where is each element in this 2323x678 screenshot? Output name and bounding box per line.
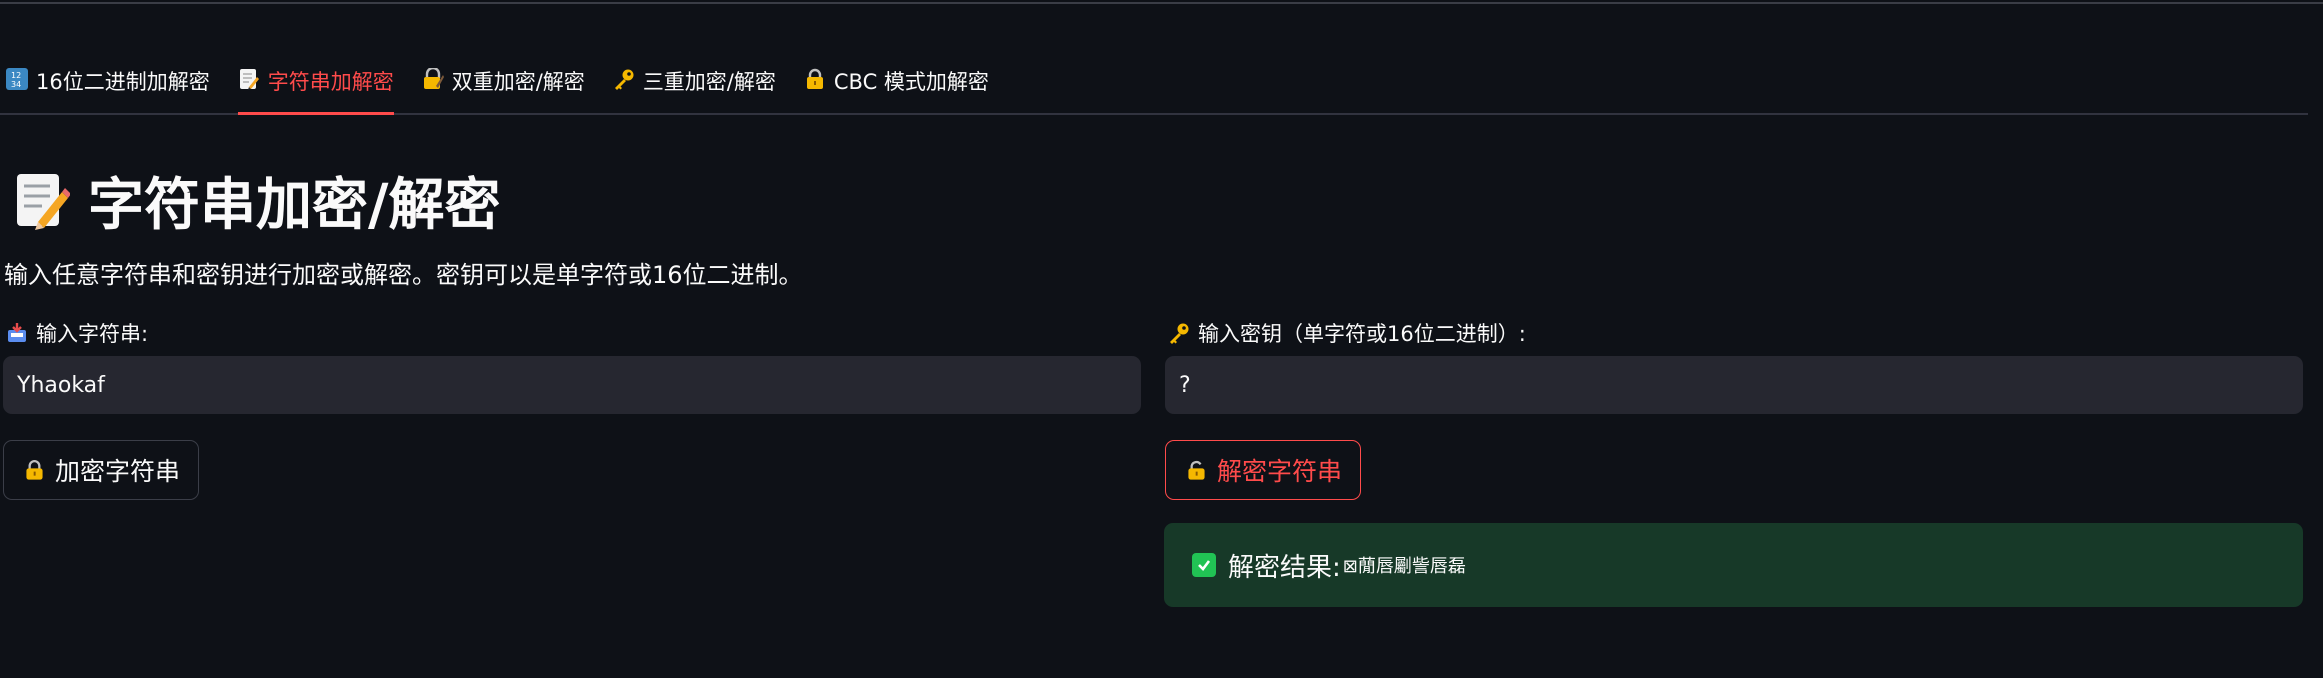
tab-label: 三重加密/解密 [642,70,776,94]
key-input-label-text: 输入密钥（单字符或16位二进制）: [1198,322,1526,346]
svg-text:12: 12 [11,71,21,80]
input-numbers-icon: 12 34 [6,68,28,90]
lock-icon [26,460,43,480]
tab-label: 字符串加解密 [267,70,394,94]
encrypt-button-label: 加密字符串 [54,457,180,486]
string-input-value: Yhaokaf [17,372,105,398]
tab-cbc[interactable]: CBC 模式加解密 [804,58,989,113]
key-icon [614,69,634,90]
svg-text:34: 34 [11,80,21,89]
key-input-label: 输入密钥（单字符或16位二进制）: [1168,318,1526,348]
tab-label: 双重加密/解密 [451,70,585,94]
key-input[interactable]: ? [1165,356,2303,414]
encrypt-string-button[interactable]: 加密字符串 [3,440,199,500]
tab-string[interactable]: 字符串加解密 [237,58,394,115]
inbox-tray-icon [8,323,26,342]
decrypt-string-button[interactable]: 解密字符串 [1165,440,1361,500]
lock-icon [806,68,823,89]
memo-icon [17,173,70,230]
tab-double[interactable]: 双重加密/解密 [422,58,585,113]
page-heading: 字符串加密/解密 [14,160,500,241]
memo-icon [239,69,259,90]
tab-binary-16[interactable]: 12 34 16位二进制加解密 [6,58,210,113]
tab-label: CBC 模式加解密 [833,70,989,94]
key-input-value: ? [1179,372,1191,398]
string-input-label-text: 输入字符串: [36,322,149,346]
tab-triple[interactable]: 三重加密/解密 [613,58,776,113]
key-icon [1170,323,1189,344]
decrypt-result-label: 解密结果: [1228,552,1341,583]
tab-bar: 12 34 16位二进制加解密 字符串加解密 双重加密/解密 三重加密/解密 C… [0,58,2308,115]
decrypt-result-alert: 解密结果: ⊠蕑唇劚訾唇磊 [1164,523,2303,607]
lock-with-pen-icon [423,68,444,89]
header-divider [0,2,2323,4]
app-root: 12 34 16位二进制加解密 字符串加解密 双重加密/解密 三重加密/解密 C… [0,0,2323,678]
string-input-label: 输入字符串: [6,318,148,348]
page-description: 输入任意字符串和密钥进行加密或解密。密钥可以是单字符或16位二进制。 [4,261,803,289]
check-mark-icon [1192,553,1216,577]
decrypt-result-value: ⊠蕑唇劚訾唇磊 [1342,556,1466,577]
decrypt-button-label: 解密字符串 [1216,457,1342,486]
tab-label: 16位二进制加解密 [36,70,210,94]
unlock-icon [1188,460,1205,480]
page-title: 字符串加密/解密 [88,173,501,238]
string-input[interactable]: Yhaokaf [3,356,1141,414]
